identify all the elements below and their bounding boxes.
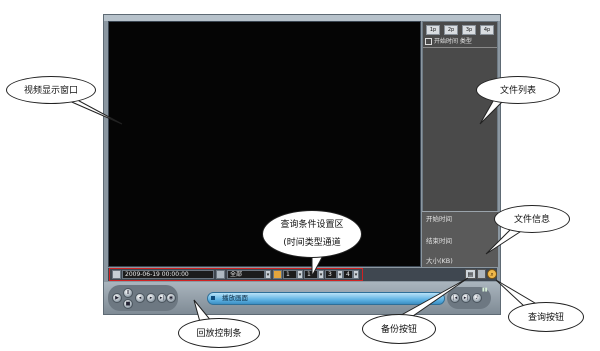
info-size-label: 大小(KB) <box>426 257 453 265</box>
progress-marker <box>211 296 215 300</box>
tab-3p[interactable]: 3p <box>462 25 476 35</box>
callout-file-list: 文件列表 <box>476 76 560 104</box>
header-divider <box>423 47 497 48</box>
query-button[interactable]: ⌕ <box>487 269 497 279</box>
callout-query-button-text: 查询按钮 <box>527 313 564 323</box>
fast-icon[interactable]: ▸ <box>146 293 156 303</box>
tab-4p[interactable]: 4p <box>480 25 494 35</box>
tab-2p[interactable]: 2p <box>444 25 458 35</box>
stop-icon[interactable]: ■ <box>123 299 133 309</box>
callout-query-conditions: 查询条件设置区 (时间类型通道 <box>262 210 362 258</box>
tab-1p[interactable]: 1p <box>426 25 440 35</box>
callout-backup-button: 备份按钮 <box>362 314 436 344</box>
file-list-header: 开始时间 类型 <box>425 38 495 46</box>
query-conditions-highlight <box>109 268 363 281</box>
progress-label: 播放画面 <box>222 294 248 302</box>
callout-file-list-text: 文件列表 <box>499 86 536 96</box>
volume-icon[interactable]: ♪ <box>472 293 482 303</box>
pause-icon[interactable]: Ⅱ <box>123 288 133 298</box>
select-all-checkbox[interactable] <box>425 38 432 45</box>
callout-file-info: 文件信息 <box>494 205 570 233</box>
callout-playback-controls-text: 回放控制条 <box>196 329 242 339</box>
volume-indicator-icon: ▮▮ <box>482 287 488 293</box>
callout-file-info-text: 文件信息 <box>513 215 550 225</box>
slow-icon[interactable]: ◂ <box>135 293 145 303</box>
info-start-time-label: 开始时间 <box>426 215 452 223</box>
backup-icon[interactable] <box>477 269 486 279</box>
callout-video-window-text: 视频显示窗口 <box>23 86 78 96</box>
play-icon[interactable]: ▶ <box>112 293 122 303</box>
callout-query-button: 查询按钮 <box>508 302 584 332</box>
file-list-header-label: 开始时间 类型 <box>434 38 472 45</box>
capture-icon[interactable]: ◉ <box>166 293 176 303</box>
callout-query-conditions-text-1: 查询条件设置区 <box>280 220 344 230</box>
info-end-time-label: 结束时间 <box>426 237 452 245</box>
callout-playback-controls: 回放控制条 <box>178 318 260 348</box>
backup-button[interactable]: ▤ <box>465 269 476 279</box>
callout-video-window: 视频显示窗口 <box>6 76 96 104</box>
callout-query-conditions-text-2: (时间类型通道 <box>283 238 341 248</box>
prev-file-icon[interactable]: |◂ <box>450 293 460 303</box>
next-file-icon[interactable]: ▸| <box>461 293 471 303</box>
callout-backup-button-text: 备份按钮 <box>380 325 417 335</box>
